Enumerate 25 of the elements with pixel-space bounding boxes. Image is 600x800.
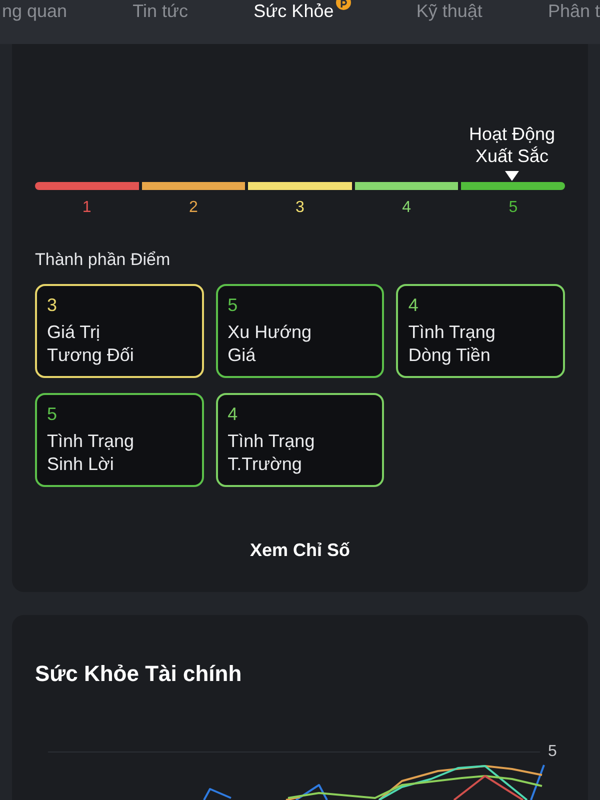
tile-label: Tình Trạng Sinh Lời xyxy=(47,430,134,476)
scale-number: 2 xyxy=(188,198,198,218)
scale-number: 4 xyxy=(402,198,412,218)
tile-score: 3 xyxy=(47,294,58,317)
scale-number: 5 xyxy=(508,198,518,218)
tile-score: 5 xyxy=(228,294,238,317)
axis-label: 5 xyxy=(548,743,557,760)
tile-label: Xu Hướng Giá xyxy=(228,321,312,367)
tile-label: Tình Trạng T.Trường xyxy=(228,430,315,476)
rating-label: Hoạt Động Xuất Sắc xyxy=(468,123,556,167)
view-metrics-button[interactable]: Xem Chỉ Số xyxy=(226,526,374,574)
tile-label: Giá Trị Tương Đối xyxy=(47,321,134,367)
tile-score: 4 xyxy=(408,294,418,317)
scale-number: 3 xyxy=(296,198,304,218)
tile-label: Tình Trạng Dòng Tiền xyxy=(408,321,496,367)
tab[interactable]: Tin tức xyxy=(132,0,188,22)
tab[interactable]: Kỹ thuật xyxy=(416,0,482,22)
tile-score: 4 xyxy=(228,403,238,426)
scale-number: 1 xyxy=(82,198,92,218)
tab[interactable]: ng quan xyxy=(2,0,68,22)
tile-score: 5 xyxy=(47,403,58,426)
section-title: Thành phần Điểm xyxy=(35,249,170,271)
tab[interactable]: Sức Khỏe xyxy=(254,0,351,22)
tab[interactable]: Phân t xyxy=(548,0,600,22)
section-heading: Sức Khỏe Tài chính xyxy=(35,660,242,688)
